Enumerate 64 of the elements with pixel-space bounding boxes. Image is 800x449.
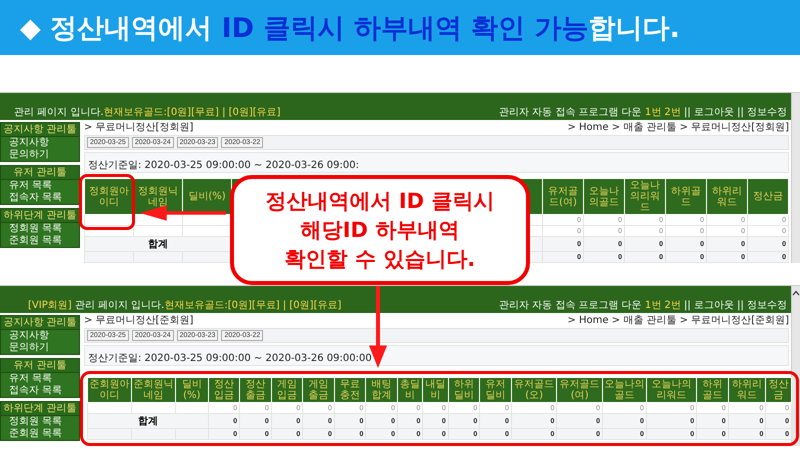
- sidebar-heading: 하위단계 관리툴: [1, 209, 79, 223]
- column-header: 무료충전: [334, 378, 366, 402]
- column-header: 준회원닉네임: [131, 378, 176, 402]
- column-header: 총딜비: [397, 378, 423, 402]
- highlight-frame: [79, 174, 135, 230]
- table-cell: 합계: [84, 236, 232, 252]
- column-header: 오늘나의골드: [584, 178, 624, 214]
- sidebar-item[interactable]: 문의하기: [1, 149, 79, 161]
- page-title: > 무료머니정산[준회원]: [84, 315, 194, 327]
- sidebar-item[interactable]: 준회원 목록: [1, 428, 79, 440]
- sidebar-item[interactable]: 문의하기: [1, 342, 79, 354]
- column-header: 정산출금: [240, 378, 272, 402]
- scrollbar[interactable]: [791, 93, 800, 263]
- sidebar-item[interactable]: 공지사항: [1, 330, 79, 342]
- column-header: 준회원아이디: [88, 378, 132, 402]
- callout-text: 정산내역에서 ID 클릭시: [266, 188, 494, 214]
- scroll-up-icon[interactable]: [792, 290, 800, 296]
- admin-menu-text: 관리자 자동 접속 프로그램 다운 1번 2번 || 로그아웃 || 정보수정: [498, 300, 787, 311]
- sidebar-item[interactable]: 정회원 목록: [1, 223, 79, 235]
- column-header: 배팅합계: [366, 378, 398, 402]
- column-header: 유저딜비: [480, 378, 512, 402]
- sidebar-item[interactable]: 공지사항: [1, 137, 79, 149]
- column-header: 내딜비: [422, 378, 448, 402]
- column-header: 오늘나의리워드: [646, 378, 697, 402]
- callout-text: 해당ID 하부내역: [300, 216, 460, 244]
- sidebar-heading: 공지사항 관리툴: [1, 123, 79, 137]
- breadcrumb: > Home > 매출 관리툴 > 무료머니정산[정회원]: [567, 122, 789, 134]
- column-header: 정회원아이디: [84, 178, 134, 214]
- sidebar-item[interactable]: 접속자 목록: [1, 385, 79, 397]
- breadcrumb: > Home > 매출 관리툴 > 무료머니정산[준회원]: [567, 315, 789, 327]
- column-header: 오늘나의골드: [602, 378, 646, 402]
- sidebar-heading: 하위단계 관리툴: [1, 402, 79, 416]
- column-header: 정산금: [748, 178, 788, 214]
- column-header: 하위리워드: [706, 178, 748, 214]
- callout-text: 확인할 수 있습니다.: [284, 246, 476, 272]
- column-header: 오늘나의리워드: [624, 178, 666, 214]
- column-header: 유저골드(여): [542, 178, 584, 214]
- sidebar-item[interactable]: 정회원 목록: [1, 416, 79, 428]
- column-header: 하위리워드: [728, 378, 766, 402]
- column-header: 게임입금: [271, 378, 303, 402]
- column-header: 하위골드: [696, 378, 728, 402]
- status-text: 관리 페이지 입니다.현재보유골드:[0원][무료] | [0원][유료]: [14, 107, 281, 118]
- admin-menu-text: 관리자 자동 접속 프로그램 다운 1번 2번 || 로그아웃 || 정보수정: [498, 107, 787, 118]
- sidebar-item[interactable]: 유저 목록: [1, 373, 79, 385]
- column-header: 딜비(%): [175, 378, 208, 402]
- sidebar-item[interactable]: 준회원 목록: [1, 235, 79, 247]
- column-header: 정산금: [766, 378, 792, 402]
- page-title: > 무료머니정산[정회원]: [84, 122, 194, 134]
- sidebar-heading: 공지사항 관리툴: [1, 316, 79, 330]
- banner-title: ◆ 정산내역에서 ID 클릭시 하부내역 확인 가능합니다.: [20, 12, 680, 46]
- sidebar-item[interactable]: 접속자 목록: [1, 192, 79, 204]
- column-header: 하위골드: [666, 178, 706, 214]
- period-text: 정산기준일: 2020-03-25 09:00:00 ~ 2020-03-26 09:00:00: [88, 353, 372, 364]
- sidebar-item[interactable]: 유저 목록: [1, 180, 79, 192]
- column-header: 정산입금: [208, 378, 240, 402]
- status-text: [VIP회원] 관리 페이지 입니다.현재보유골드:[0원][무료] | [0원][유료]: [28, 300, 342, 311]
- sidebar-heading: 유저 관리툴: [1, 166, 79, 180]
- column-header: 유저골드(오): [511, 378, 557, 402]
- table-cell: 합계: [88, 414, 208, 428]
- column-header: 하위딜비: [448, 378, 480, 402]
- column-header: 게임출금: [302, 378, 334, 402]
- sidebar-heading: 유저 관리툴: [1, 359, 79, 373]
- column-header: 유저골드(여): [556, 378, 602, 402]
- period-text: 정산기준일: 2020-03-25 09:00:00 ~ 2020-03-26 09:00:: [88, 160, 359, 171]
